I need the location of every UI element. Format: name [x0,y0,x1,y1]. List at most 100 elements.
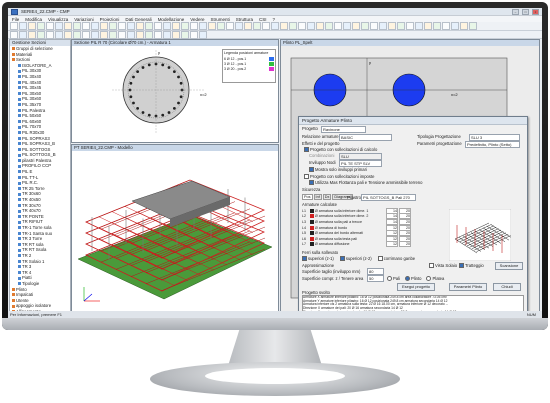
toolbar-button[interactable] [316,22,324,30]
toolbar-button[interactable] [163,22,171,30]
menu-item[interactable]: Variazioni [74,17,93,22]
menu-item[interactable]: Strumenti [210,17,229,22]
menu-item[interactable]: File [12,17,19,22]
combo-select[interactable]: SLU [339,153,382,160]
dialog-tab[interactable]: Dx [322,194,332,200]
toolbar-button[interactable] [172,22,180,30]
toolbar-button[interactable] [253,22,261,30]
menu-item[interactable]: CSI [259,17,267,22]
toolbar-button[interactable] [343,22,351,30]
minimize-button[interactable]: – [512,8,519,15]
parametri-field[interactable]: Predefinito, Plinto (Setto) [465,141,520,148]
toolbar-button[interactable] [82,22,90,30]
dialog-tab[interactable]: Pos [302,194,313,200]
toolbar-button[interactable] [208,22,216,30]
toolbar-button[interactable] [298,22,306,30]
toolbar-button[interactable] [28,22,36,30]
toolbar-button[interactable] [334,22,342,30]
toolbar-button[interactable] [370,22,378,30]
toolbar-button[interactable] [64,22,72,30]
ferri-option[interactable]: superiori (z-1) [302,256,334,262]
toolbar-button[interactable] [244,22,252,30]
toolbar-button[interactable] [118,22,126,30]
menu-item[interactable]: Proiezioni [100,17,120,22]
sup-compr-field[interactable]: 50 [367,275,384,282]
menu-item[interactable]: Struttura [236,17,253,22]
toolbar-button[interactable] [19,22,27,30]
toolbar-button[interactable] [100,22,108,30]
toolbar-button[interactable] [397,22,405,30]
toolbar-button[interactable] [154,22,162,30]
toolbar-button[interactable] [415,22,423,30]
chk-mostra[interactable] [309,167,314,173]
toolbar-button[interactable] [127,22,135,30]
toolbar-button[interactable] [262,22,270,30]
radio-button[interactable] [426,276,432,282]
ferri-option[interactable]: superiori (z-2) [339,256,372,262]
dialog-tab[interactable]: Inf [313,194,322,200]
toolbar-button[interactable] [190,22,198,30]
ferri-checkbox[interactable] [302,256,307,262]
chk-vista[interactable] [429,263,434,269]
pilastro-select[interactable]: PIL SOTTOGS_B Pali 270 [361,194,416,201]
toolbar-button[interactable] [460,22,468,30]
toolbar-button[interactable] [145,22,153,30]
inviluppo-select[interactable]: PIL TE STP SLV [339,160,382,167]
chk-utilizza[interactable] [309,180,314,186]
toolbar-button[interactable] [226,22,234,30]
relazione-select[interactable]: BASIC [339,134,392,141]
toolbar-button[interactable] [109,22,117,30]
toolbar-button[interactable] [91,22,99,30]
opt-sollecitazioni-imposte[interactable]: Progetto con sollecitazioni imposte [304,174,374,180]
radio-button[interactable] [387,276,392,282]
toolbar-button[interactable] [46,22,54,30]
toolbar-button[interactable] [55,22,63,30]
progetto-field[interactable]: Ravinone [321,126,366,133]
toolbar-button[interactable] [289,22,297,30]
model-window[interactable]: PT SERIE4_22.CMP - Modello [71,144,279,314]
toolbar-button[interactable] [235,22,243,30]
tratteggio-row[interactable]: Tratteggio [459,263,484,269]
menu-item[interactable]: Visualizza [48,17,68,22]
toolbar-button[interactable] [379,22,387,30]
toolbar-button[interactable] [10,22,18,30]
radio-option[interactable]: Platea [426,276,444,282]
toolbar-button[interactable] [136,22,144,30]
toolbar-button[interactable] [280,22,288,30]
scansione-button[interactable]: Scansione [495,262,523,270]
toolbar-button[interactable] [181,22,189,30]
toolbar-button[interactable] [451,22,459,30]
toolbar-button[interactable] [469,22,477,30]
chk-utilizza-row[interactable]: Utilizza Mas Flottanza pali e Tensione a… [309,180,422,186]
tipologia-select[interactable]: SLU 3 [469,134,520,141]
toolbar-button[interactable] [271,22,279,30]
toolbar-button[interactable] [406,22,414,30]
menu-item[interactable]: ? [273,17,276,22]
esegui-progetto-button[interactable]: Esegui progetto [397,283,435,291]
chk-mostra-row[interactable]: Mostra solo inviluppi primari [309,167,367,173]
toolbar-button[interactable] [37,22,45,30]
vista-row[interactable]: Vista Solaio [429,263,457,269]
radio-calcolo[interactable] [304,147,309,153]
close-button[interactable]: × [532,8,539,15]
maximize-button[interactable]: □ [522,8,529,15]
section-window[interactable]: Sezione PIL R 70 (Circolare Ø70 cm.) - A… [71,39,279,143]
menu-item[interactable]: Modellazione [158,17,185,22]
menu-item[interactable]: Vedere [190,17,204,22]
menu-item[interactable]: Dati Generali [125,17,151,22]
toolbar-button[interactable] [217,22,225,30]
radio-option[interactable]: Plinto [404,276,421,282]
radio-imposte[interactable] [304,174,309,180]
ferri-option[interactable]: corrimano ganbe [377,256,415,262]
ferri-checkbox[interactable] [339,256,345,262]
toolbar-button[interactable] [433,22,441,30]
toolbar-button[interactable] [424,22,432,30]
radio-option[interactable]: Pali [387,276,400,282]
parametri-plinto-button[interactable]: Parametri Plinto [449,283,487,291]
toolbar-button[interactable] [199,22,207,30]
radio-button[interactable] [404,276,410,282]
toolbar-button[interactable] [442,22,450,30]
toolbar-button[interactable] [73,22,81,30]
sup-field[interactable]: 80 [367,268,384,275]
toolbar-button[interactable] [307,22,315,30]
